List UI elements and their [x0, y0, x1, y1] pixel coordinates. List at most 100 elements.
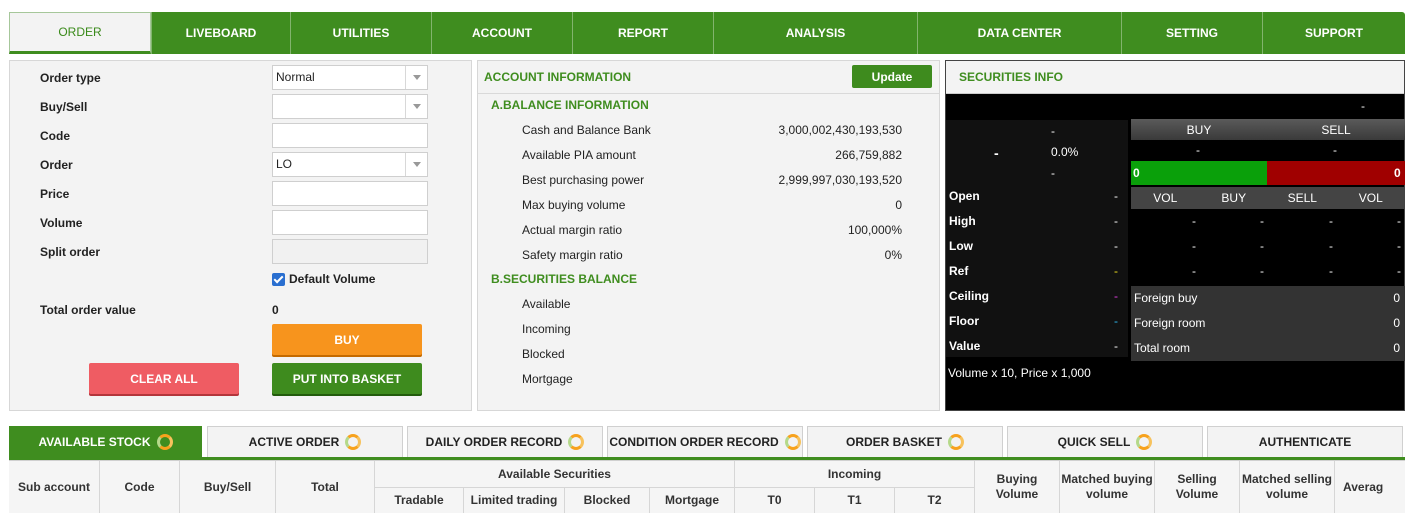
foreign-row: Foreign buy 0 — [1134, 291, 1400, 305]
stat-value-high: - — [1114, 214, 1118, 228]
refresh-icon[interactable] — [1136, 434, 1153, 450]
column-header[interactable]: Averag — [1335, 461, 1405, 513]
column-header[interactable]: Buying Volume — [975, 461, 1060, 513]
stat-label-open: Open — [949, 189, 980, 203]
nav-tab-order[interactable]: ORDER — [9, 12, 151, 54]
depth-cell: - — [1192, 264, 1196, 278]
nav-tab-account[interactable]: ACCOUNT — [431, 12, 572, 54]
foreign-box: Foreign buy 0 Foreign room 0 Total room 0 — [1131, 286, 1405, 361]
column-header[interactable]: Limited trading — [464, 488, 565, 513]
stat-label-value: Value — [949, 339, 981, 353]
update-button[interactable]: Update — [852, 65, 932, 88]
total-order-value-label: Total order value — [40, 303, 136, 317]
securities-balance-label: Mortgage — [522, 372, 573, 386]
tab-label: QUICK SELL — [1057, 435, 1131, 449]
price-percent: 0.0% — [1051, 145, 1079, 159]
sell-total: 0 — [1394, 166, 1401, 180]
stat-value-ref: - — [1114, 264, 1118, 278]
refresh-icon[interactable] — [345, 434, 362, 450]
nav-tab-liveboard[interactable]: LIVEBOARD — [151, 12, 290, 54]
stat-value-floor: - — [1114, 314, 1118, 328]
nav-tab-setting[interactable]: SETTING — [1121, 12, 1262, 54]
tab-active-order[interactable]: ACTIVE ORDER — [207, 426, 403, 457]
depth-header-cell: VOL — [1153, 191, 1178, 205]
securities-info-header: SECURITIES INFO — [946, 61, 1404, 94]
foreign-label: Total room — [1134, 341, 1191, 355]
order-label: Order — [40, 158, 73, 172]
tab-label: ACTIVE ORDER — [248, 435, 340, 449]
stat-value-ceiling: - — [1114, 289, 1118, 303]
balance-row-value: 0% — [884, 248, 902, 262]
tab-authenticate[interactable]: AUTHENTICATE — [1207, 426, 1403, 457]
stat-label-floor: Floor — [949, 314, 979, 328]
securities-info-panel: SECURITIES INFO - - - 0.0% - Open - High… — [945, 60, 1405, 411]
balance-row-value: 266,759,882 — [835, 148, 902, 162]
foreign-row: Total room 0 — [1134, 341, 1400, 355]
tab-condition-order-record[interactable]: CONDITION ORDER RECORD — [607, 426, 803, 457]
tab-available-stock[interactable]: AVAILABLE STOCK — [9, 426, 202, 457]
account-info-header: ACCOUNT INFORMATION Update — [478, 61, 939, 94]
column-header[interactable]: Selling Volume — [1155, 461, 1240, 513]
nav-tab-utilities[interactable]: UTILITIES — [290, 12, 431, 54]
column-header[interactable]: Tradable — [375, 488, 464, 513]
column-header[interactable]: Matched selling volume — [1240, 461, 1335, 513]
price-input[interactable] — [272, 181, 428, 206]
clear-all-button[interactable]: CLEAR ALL — [89, 363, 239, 394]
put-into-basket-button[interactable]: PUT INTO BASKET — [272, 363, 422, 394]
column-header[interactable]: Buy/Sell — [180, 461, 276, 513]
depth-cell: - — [1329, 214, 1333, 228]
order-select[interactable]: LO — [272, 152, 428, 177]
securities-balance-row: Mortgage — [522, 372, 902, 386]
code-label: Code — [40, 129, 70, 143]
split-order-input[interactable] — [272, 239, 428, 264]
column-header[interactable]: Mortgage — [650, 488, 735, 513]
nav-tab-data-center[interactable]: DATA CENTER — [917, 12, 1121, 54]
nav-tab-analysis[interactable]: ANALYSIS — [713, 12, 917, 54]
stat-value-value: - — [1114, 339, 1118, 353]
stat-label-ceiling: Ceiling — [949, 289, 990, 303]
column-header[interactable]: Matched buying volume — [1060, 461, 1155, 513]
default-volume-checkbox[interactable]: Default Volume — [272, 272, 375, 286]
order-value: LO — [276, 157, 293, 171]
tab-quick-sell[interactable]: QUICK SELL — [1007, 426, 1203, 457]
tab-label: AVAILABLE STOCK — [38, 435, 151, 449]
column-header[interactable]: Blocked — [565, 488, 650, 513]
column-header[interactable]: Total — [276, 461, 375, 513]
code-input[interactable] — [272, 123, 428, 148]
column-header[interactable]: Code — [100, 461, 180, 513]
column-header[interactable]: Sub account — [9, 461, 100, 513]
refresh-icon[interactable] — [784, 434, 801, 450]
refresh-icon[interactable] — [568, 434, 585, 450]
volume-label: Volume — [40, 216, 83, 230]
balance-row: Cash and Balance Bank 3,000,002,430,193,5… — [522, 123, 902, 137]
depth-cell: - — [1397, 214, 1401, 228]
tab-label: DAILY ORDER RECORD — [425, 435, 563, 449]
main-nav: ORDER LIVEBOARD UTILITIES ACCOUNT REPORT… — [9, 12, 1405, 54]
column-header[interactable]: T1 — [815, 488, 895, 513]
buy-button[interactable]: BUY — [272, 324, 422, 355]
foreign-value: 0 — [1393, 291, 1400, 305]
refresh-icon[interactable] — [156, 434, 173, 450]
depth-cell: - — [1397, 239, 1401, 253]
order-type-value: Normal — [276, 70, 315, 84]
refresh-icon[interactable] — [948, 434, 964, 450]
stat-value-open: - — [1114, 189, 1118, 203]
sell-value: - — [1333, 143, 1337, 157]
depth-header-cell: BUY — [1221, 191, 1247, 205]
nav-tab-report[interactable]: REPORT — [572, 12, 713, 54]
volume-input[interactable] — [272, 210, 428, 235]
securities-balance-label: Blocked — [522, 347, 565, 361]
column-header[interactable]: T2 — [895, 488, 975, 513]
column-group-header: Incoming — [735, 461, 975, 488]
depth-header-cell: VOL — [1358, 191, 1383, 205]
column-header[interactable]: T0 — [735, 488, 815, 513]
buy-sell-select[interactable] — [272, 94, 428, 119]
nav-tab-support[interactable]: SUPPORT — [1262, 12, 1405, 54]
buy-sell-label: Buy/Sell — [40, 100, 88, 114]
foreign-row: Foreign room 0 — [1134, 316, 1400, 330]
balance-row-value: 3,000,002,430,193,530 — [778, 123, 902, 137]
order-type-select[interactable]: Normal — [272, 65, 428, 90]
balance-row: Available PIA amount 266,759,882 — [522, 148, 902, 162]
tab-daily-order-record[interactable]: DAILY ORDER RECORD — [407, 426, 603, 457]
tab-order-basket[interactable]: ORDER BASKET — [807, 426, 1003, 457]
